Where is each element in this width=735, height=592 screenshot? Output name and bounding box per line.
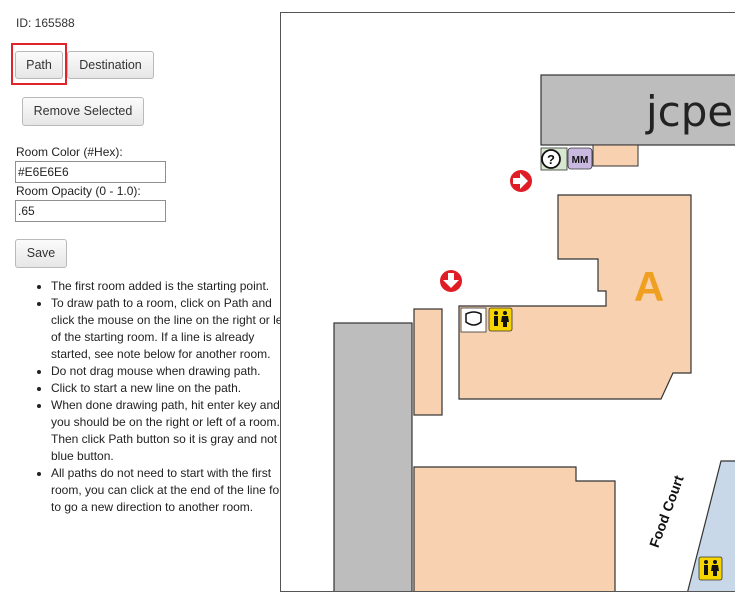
svg-text:MM: MM: [572, 155, 589, 166]
restroom-icon: [488, 307, 513, 332]
path-button[interactable]: Path: [15, 51, 63, 79]
destination-button[interactable]: Destination: [67, 51, 154, 79]
record-id: ID: 165588: [16, 16, 75, 30]
instructions-list: The first room added is the starting poi…: [31, 278, 296, 516]
remove-selected-button[interactable]: Remove Selected: [22, 97, 144, 126]
instruction-item: Do not drag mouse when drawing path.: [51, 363, 296, 380]
direction-arrow-right-icon: [510, 170, 532, 192]
room-color-label: Room Color (#Hex):: [16, 145, 123, 159]
security-badge-icon: [460, 307, 487, 333]
direction-arrow-down-icon: [440, 270, 462, 292]
instruction-item: When done drawing path, hit enter key an…: [51, 397, 296, 465]
room-bottom[interactable]: [413, 466, 616, 592]
room-small-top[interactable]: [592, 144, 639, 167]
building-wall-block: [333, 322, 413, 591]
restroom-icon: [698, 556, 723, 581]
anchor-store-label: jcpe: [645, 87, 733, 136]
help-icon: ?: [540, 147, 568, 171]
room-narrow[interactable]: [413, 308, 443, 416]
instruction-item: Click to start a new line on the path.: [51, 380, 296, 397]
floor-map[interactable]: jcpe ? MM A Food Court: [280, 12, 735, 592]
atm-icon: MM: [567, 147, 593, 170]
room-a-label: A: [634, 263, 664, 310]
instruction-item: All paths do not need to start with the …: [51, 465, 296, 516]
food-court-label: Food Court: [646, 473, 687, 550]
room-color-input[interactable]: [15, 161, 166, 183]
room-opacity-input[interactable]: [15, 200, 166, 222]
svg-text:?: ?: [547, 152, 555, 167]
instruction-item: The first room added is the starting poi…: [51, 278, 296, 295]
instruction-item: To draw path to a room, click on Path an…: [51, 295, 296, 363]
save-button[interactable]: Save: [15, 239, 67, 268]
room-opacity-label: Room Opacity (0 - 1.0):: [16, 184, 141, 198]
